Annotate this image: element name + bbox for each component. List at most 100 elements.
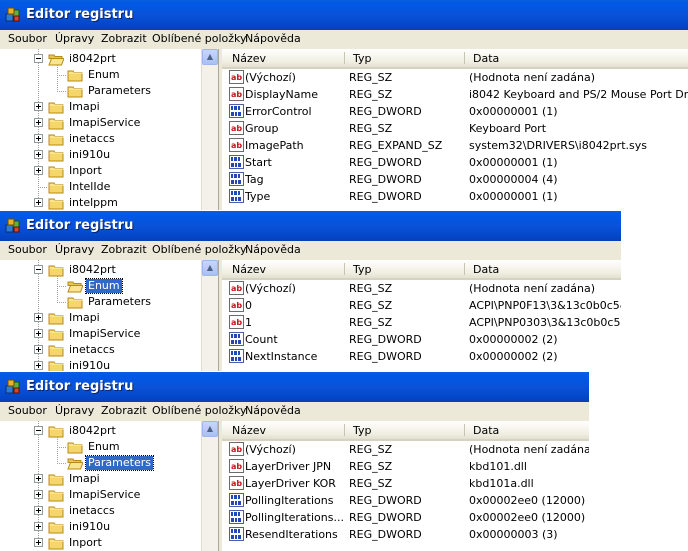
- tree-node-i8042prt[interactable]: i8042prt: [0, 262, 200, 278]
- collapse-icon[interactable]: [34, 54, 43, 63]
- tree-node-imapi[interactable]: Imapi: [0, 99, 200, 115]
- tree-node-intelppm[interactable]: intelppm: [0, 195, 200, 210]
- tree-node-imapiservice[interactable]: ImapiService: [0, 487, 200, 503]
- tree-node-parameters[interactable]: Parameters: [0, 455, 200, 471]
- key-tree[interactable]: i8042prt Enum Parameters Imapi ImapiService i…: [0, 49, 219, 210]
- expand-icon[interactable]: [34, 329, 43, 338]
- expand-icon[interactable]: [34, 538, 43, 547]
- value-row[interactable]: ab DisplayName REG_SZ i8042 Keyboard and PS…: [222, 86, 688, 103]
- menu-item[interactable]: Oblíbené položky: [152, 404, 247, 417]
- tree-node-intelide[interactable]: IntelIde: [0, 179, 200, 195]
- key-tree[interactable]: i8042prt Enum Parameters Imapi ImapiService i…: [0, 260, 219, 371]
- tree-node-inetaccs[interactable]: inetaccs: [0, 503, 200, 519]
- column-divider[interactable]: [464, 52, 465, 64]
- expand-icon[interactable]: [34, 474, 43, 483]
- column-divider[interactable]: [344, 263, 345, 275]
- value-row[interactable]: ResendIterations REG_DWORD 0x00000003 (3): [222, 526, 589, 543]
- column-divider[interactable]: [344, 52, 345, 64]
- tree-node-inport[interactable]: Inport: [0, 535, 200, 551]
- menu-item[interactable]: Nápověda: [245, 32, 301, 45]
- tree-scrollbar[interactable]: ▲: [201, 421, 218, 551]
- column-divider[interactable]: [464, 263, 465, 275]
- column-header-data[interactable]: Data: [473, 424, 499, 437]
- tree-node-imapi[interactable]: Imapi: [0, 471, 200, 487]
- column-header-data[interactable]: Data: [473, 52, 499, 65]
- expand-icon[interactable]: [34, 102, 43, 111]
- tree-node-ini910u[interactable]: ini910u: [0, 358, 200, 371]
- menu-item[interactable]: Soubor: [8, 404, 47, 417]
- value-row[interactable]: PollingIterations... REG_DWORD 0x00002ee0 …: [222, 509, 589, 526]
- tree-scrollbar[interactable]: ▲: [201, 260, 218, 371]
- expand-icon[interactable]: [34, 166, 43, 175]
- title-bar[interactable]: Editor registru: [0, 211, 621, 241]
- value-row[interactable]: ab ImagePath REG_EXPAND_SZ system32\DRIVERS…: [222, 137, 688, 154]
- column-header-type[interactable]: Typ: [353, 263, 372, 276]
- tree-node-imapiservice[interactable]: ImapiService: [0, 115, 200, 131]
- expand-icon[interactable]: [34, 313, 43, 322]
- menu-item[interactable]: Úpravy: [55, 243, 94, 256]
- key-tree[interactable]: i8042prt Enum Parameters Imapi ImapiService i…: [0, 421, 219, 551]
- expand-icon[interactable]: [34, 118, 43, 127]
- tree-node-inetaccs[interactable]: inetaccs: [0, 131, 200, 147]
- menu-item[interactable]: Úpravy: [55, 32, 94, 45]
- title-bar[interactable]: Editor registru: [0, 0, 688, 30]
- expand-icon[interactable]: [34, 345, 43, 354]
- tree-scrollbar[interactable]: ▲: [201, 49, 218, 210]
- value-row[interactable]: ab (Výchozí) REG_SZ (Hodnota není zadána): [222, 69, 688, 86]
- column-header-type[interactable]: Typ: [353, 52, 372, 65]
- value-row[interactable]: Type REG_DWORD 0x00000001 (1): [222, 188, 688, 205]
- menu-item[interactable]: Oblíbené položky: [152, 32, 247, 45]
- tree-node-enum[interactable]: Enum: [0, 278, 200, 294]
- values-list[interactable]: Název Typ Data ab (Výchozí) REG_SZ (Hodnota ne…: [222, 49, 688, 210]
- value-row[interactable]: ab 0 REG_SZ ACPI\PNP0F13\3&13c0b0c5&0: [222, 297, 621, 314]
- column-header-name[interactable]: Název: [232, 424, 266, 437]
- tree-node-imapiservice[interactable]: ImapiService: [0, 326, 200, 342]
- value-row[interactable]: Count REG_DWORD 0x00000002 (2): [222, 331, 621, 348]
- tree-node-parameters[interactable]: Parameters: [0, 83, 200, 99]
- values-list[interactable]: Název Typ Data ab (Výchozí) REG_SZ (Hodnota ne…: [222, 260, 621, 371]
- value-row[interactable]: ab LayerDriver KOR REG_SZ kbd101a.dll: [222, 475, 589, 492]
- expand-icon[interactable]: [34, 134, 43, 143]
- expand-icon[interactable]: [34, 198, 43, 207]
- tree-node-i8042prt[interactable]: i8042prt: [0, 51, 200, 67]
- menu-item[interactable]: Zobrazit: [101, 404, 147, 417]
- menu-item[interactable]: Nápověda: [245, 404, 301, 417]
- column-header-type[interactable]: Typ: [353, 424, 372, 437]
- menu-item[interactable]: Soubor: [8, 243, 47, 256]
- value-row[interactable]: ab (Výchozí) REG_SZ (Hodnota není zadána): [222, 280, 621, 297]
- expand-icon[interactable]: [34, 522, 43, 531]
- column-header-data[interactable]: Data: [473, 263, 499, 276]
- value-row[interactable]: ab LayerDriver JPN REG_SZ kbd101.dll: [222, 458, 589, 475]
- tree-node-parameters[interactable]: Parameters: [0, 294, 200, 310]
- tree-node-ini910u[interactable]: ini910u: [0, 519, 200, 535]
- value-row[interactable]: PollingIterations REG_DWORD 0x00002ee0 (12…: [222, 492, 589, 509]
- tree-node-inport[interactable]: Inport: [0, 163, 200, 179]
- tree-node-enum[interactable]: Enum: [0, 67, 200, 83]
- menu-item[interactable]: Zobrazit: [101, 243, 147, 256]
- expand-icon[interactable]: [34, 506, 43, 515]
- expand-icon[interactable]: [34, 361, 43, 370]
- column-header-name[interactable]: Název: [232, 263, 266, 276]
- column-divider[interactable]: [344, 424, 345, 436]
- collapse-icon[interactable]: [34, 265, 43, 274]
- scroll-up-button[interactable]: ▲: [202, 260, 218, 276]
- value-row[interactable]: ab (Výchozí) REG_SZ (Hodnota není zadána): [222, 441, 589, 458]
- tree-node-ini910u[interactable]: ini910u: [0, 147, 200, 163]
- menu-item[interactable]: Úpravy: [55, 404, 94, 417]
- value-row[interactable]: ErrorControl REG_DWORD 0x00000001 (1): [222, 103, 688, 120]
- menu-item[interactable]: Zobrazit: [101, 32, 147, 45]
- values-list[interactable]: Název Typ Data ab (Výchozí) REG_SZ (Hodnota ne…: [222, 421, 589, 551]
- value-row[interactable]: Tag REG_DWORD 0x00000004 (4): [222, 171, 688, 188]
- title-bar[interactable]: Editor registru: [0, 372, 589, 402]
- tree-node-imapi[interactable]: Imapi: [0, 310, 200, 326]
- menu-item[interactable]: Nápověda: [245, 243, 301, 256]
- value-row[interactable]: ab 1 REG_SZ ACPI\PNP0303\3&13c0b0c5&0: [222, 314, 621, 331]
- value-row[interactable]: Start REG_DWORD 0x00000001 (1): [222, 154, 688, 171]
- expand-icon[interactable]: [34, 490, 43, 499]
- menu-item[interactable]: Oblíbené položky: [152, 243, 247, 256]
- column-header-name[interactable]: Název: [232, 52, 266, 65]
- scroll-up-button[interactable]: ▲: [202, 49, 218, 65]
- value-row[interactable]: ab Group REG_SZ Keyboard Port: [222, 120, 688, 137]
- collapse-icon[interactable]: [34, 426, 43, 435]
- tree-node-inetaccs[interactable]: inetaccs: [0, 342, 200, 358]
